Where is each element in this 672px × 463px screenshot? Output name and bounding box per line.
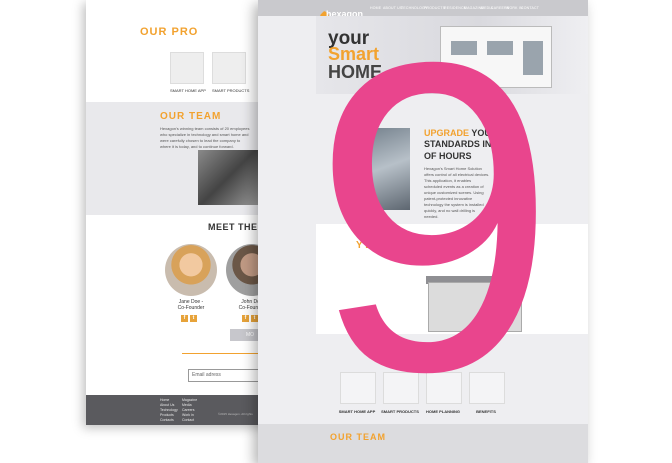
footer-links-col2: Magazine Media Careers Work in Contact <box>182 398 197 423</box>
footer-links-col1: Home About Us Technology Products Contac… <box>160 398 178 423</box>
person-role: Co-Founder <box>177 305 205 311</box>
team-photo <box>198 150 258 205</box>
smart-home-app-thumb <box>170 52 204 84</box>
avatar-jane <box>165 244 217 296</box>
twitter-icon[interactable]: t <box>251 315 258 322</box>
back-products-title: OUR PRO <box>140 26 199 38</box>
copyright: ©2015 Hexagon. All rights <box>218 412 253 416</box>
smart-products-thumb <box>212 52 246 84</box>
footer-link[interactable]: Contacts <box>160 418 178 423</box>
twitter-icon[interactable]: t <box>190 315 197 322</box>
overlay-number: 9 <box>312 0 557 463</box>
back-team-title: OUR TEAM <box>160 111 222 122</box>
back-team-text: Hexagon's winning team consists of 20 em… <box>160 126 250 149</box>
footer-link[interactable]: Contact <box>182 418 197 423</box>
facebook-icon[interactable]: f <box>242 315 249 322</box>
thumb-label: SMART HOME APP <box>170 88 206 93</box>
facebook-icon[interactable]: f <box>181 315 188 322</box>
thumb-label: SMART PRODUCTS <box>212 88 250 93</box>
